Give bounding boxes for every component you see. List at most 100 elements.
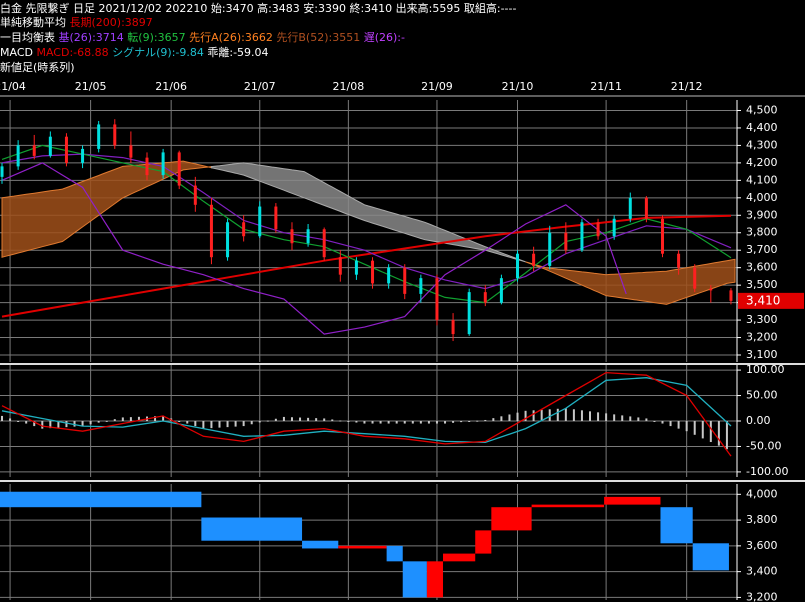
candle-up[interactable] (467, 292, 471, 335)
candle-down[interactable] (729, 290, 733, 301)
macd-histogram-bar (572, 409, 575, 421)
candle-down[interactable] (113, 124, 117, 146)
macd-histogram-bar (25, 421, 28, 424)
candle-down[interactable] (435, 278, 439, 321)
candle-down[interactable] (564, 232, 568, 251)
candle-down[interactable] (242, 222, 246, 237)
price-tick-label: 3,900 (746, 208, 778, 221)
macd-histogram-bar (290, 417, 293, 421)
candle-down[interactable] (338, 257, 342, 275)
price-tick-label: 4,000 (746, 191, 778, 204)
candle-up[interactable] (548, 232, 552, 266)
candle-down[interactable] (322, 229, 326, 258)
macd-histogram-bar (597, 412, 600, 421)
candle-up[interactable] (387, 267, 391, 284)
macd-tick-label: 0.00 (746, 414, 771, 427)
newprice-down-block[interactable] (386, 545, 403, 562)
candle-down[interactable] (371, 260, 375, 284)
candle-up[interactable] (16, 145, 20, 167)
candle-up[interactable] (516, 253, 520, 279)
candle-down[interactable] (177, 152, 181, 186)
newprice-down-block[interactable] (402, 561, 427, 598)
macd-histogram-bar (484, 419, 487, 421)
candle-down[interactable] (274, 206, 278, 230)
month-tick-label: 21/12 (671, 80, 703, 93)
newprice-up-block[interactable] (426, 561, 444, 598)
candle-up[interactable] (97, 124, 101, 149)
newprice-down-block[interactable] (692, 543, 729, 571)
macd-histogram-bar (105, 420, 108, 422)
newprice-down-block[interactable] (660, 507, 693, 544)
newprice-up-block[interactable] (443, 553, 476, 562)
candle-down[interactable] (403, 267, 407, 294)
macd-histogram-bar (580, 410, 583, 421)
candle-up[interactable] (499, 278, 503, 303)
candle-up[interactable] (161, 152, 165, 176)
newprice-up-block[interactable] (491, 507, 532, 531)
candle-up[interactable] (306, 229, 310, 244)
date-axis: 21/04 21/05 21/06 21/07 21/08 21/09 21/10 21/11… (0, 77, 805, 97)
candle-up[interactable] (0, 166, 4, 177)
newprice-up-block[interactable] (531, 504, 605, 508)
macd-histogram-bar (339, 420, 342, 422)
macd-histogram-bar (9, 418, 12, 421)
macd-histogram-bar (556, 408, 559, 421)
candle-down[interactable] (451, 320, 455, 335)
candle-down[interactable] (64, 136, 68, 163)
macd-line[interactable] (1, 371, 732, 457)
candle-down[interactable] (677, 253, 681, 268)
macd-histogram-bar (645, 418, 648, 421)
candle-down[interactable] (32, 145, 36, 156)
candle-down[interactable] (693, 267, 697, 289)
macd-histogram-bar (194, 421, 197, 427)
newprice-down-block[interactable] (0, 491, 202, 508)
candle-up[interactable] (354, 260, 358, 275)
macd-histogram-bar (492, 418, 495, 421)
month-tick-label: 21/10 (502, 80, 534, 93)
candle-down[interactable] (644, 197, 648, 219)
chart-svg[interactable]: 21/04 21/05 21/06 21/07 21/08 21/09 21/10 21/11… (0, 0, 805, 602)
candle-up[interactable] (628, 197, 632, 219)
macd-histogram-bar (395, 421, 398, 424)
candle-down[interactable] (660, 218, 664, 254)
candle-down[interactable] (129, 145, 133, 158)
candle-down[interactable] (483, 292, 487, 303)
macd-histogram-bar (186, 421, 189, 424)
price-panel[interactable]: 4,500 4,400 4,300 4,200 4,100 4,000 3,900 3,800… (0, 100, 805, 362)
candle-down[interactable] (290, 229, 294, 244)
candle-down[interactable] (596, 222, 600, 237)
macd-histogram-bar (468, 421, 471, 422)
newprice-up-block[interactable] (475, 530, 492, 554)
newprice-tick-label: 3,400 (746, 565, 778, 578)
candle-up[interactable] (48, 136, 52, 156)
candle-down[interactable] (145, 157, 149, 176)
newprice-panel[interactable]: 4,000 3,800 3,600 3,400 3,200 (0, 480, 805, 602)
macd-histogram-bar (17, 421, 20, 422)
newprice-up-block[interactable] (338, 545, 387, 549)
candle-down[interactable] (209, 204, 213, 258)
candle-down[interactable] (193, 185, 197, 205)
newprice-down-block[interactable] (201, 517, 303, 541)
signal-line[interactable] (1, 377, 732, 444)
candle-down[interactable] (709, 288, 713, 291)
macd-histogram-bar (210, 421, 213, 429)
macd-histogram-bar (411, 421, 414, 424)
macd-panel[interactable]: 100.00 50.00 0.00 -50.00 -100.00 (0, 363, 805, 478)
candle-up[interactable] (226, 222, 230, 258)
candle-up[interactable] (419, 278, 423, 294)
candle-up[interactable] (81, 148, 85, 163)
newprice-up-block[interactable] (604, 496, 661, 505)
candle-up[interactable] (258, 206, 262, 237)
newprice-tick-label: 3,600 (746, 539, 778, 552)
price-tick-label: 3,700 (746, 243, 778, 256)
newprice-tick-label: 3,800 (746, 513, 778, 526)
macd-histogram-bar (548, 409, 551, 421)
candle-up[interactable] (612, 218, 616, 237)
price-tick-label: 4,300 (746, 138, 778, 151)
month-tick-label: 21/04 (0, 80, 26, 93)
newprice-down-block[interactable] (302, 540, 339, 549)
macd-histogram-bar (347, 421, 350, 422)
macd-histogram-bar (266, 420, 269, 422)
candle-up[interactable] (580, 222, 584, 251)
candle-down[interactable] (532, 253, 536, 266)
